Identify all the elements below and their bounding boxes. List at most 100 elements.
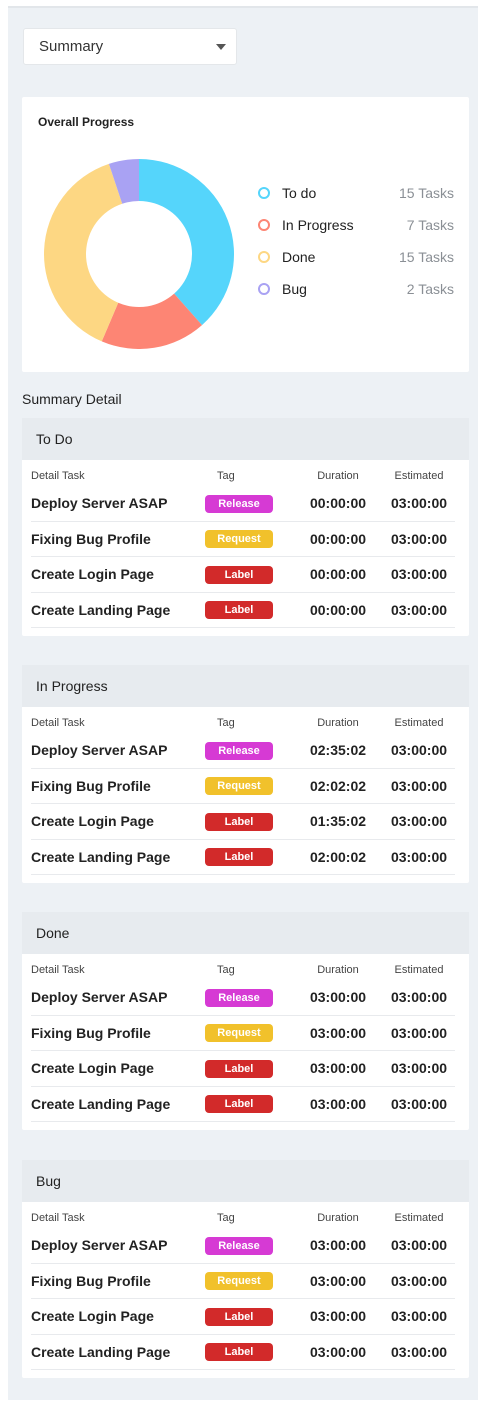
table-row[interactable]: Deploy Server ASAP Release 02:35:02 03:00:0… (31, 733, 455, 769)
estimated-value: 03:00:00 (390, 1060, 448, 1077)
table-row[interactable]: Deploy Server ASAP Release 03:00:00 03:00:0… (31, 980, 455, 1016)
duration-value: 00:00:00 (309, 601, 367, 618)
task-name: Fixing Bug Profile (31, 530, 151, 547)
tag-badge[interactable]: Label (205, 565, 273, 584)
task-name: Create Login Page (31, 1060, 154, 1077)
group-header[interactable]: To Do (22, 418, 469, 460)
task-name: Create Landing Page (31, 848, 171, 865)
tag-cell: Label (199, 847, 293, 867)
legend-count: 15 Tasks (399, 185, 454, 201)
tag-badge[interactable]: Release (205, 1236, 273, 1255)
tag-badge[interactable]: Release (205, 494, 273, 513)
tag-badge[interactable]: Release (205, 741, 273, 760)
tag-badge[interactable]: Label (205, 1343, 273, 1362)
table-row[interactable]: Fixing Bug Profile Request 03:00:00 03:00:0… (31, 1264, 455, 1299)
table-row[interactable]: Create Login Page Label 01:35:02 03:00:00 (31, 804, 455, 840)
progress-donut-chart (44, 159, 234, 349)
task-name: Create Login Page (31, 813, 154, 830)
group-title: To Do (36, 431, 73, 447)
estimated-value: 03:00:00 (390, 495, 448, 512)
tag-badge[interactable]: Label (205, 601, 273, 620)
table-row[interactable]: Deploy Server ASAP Release 03:00:00 03:00:0… (31, 1228, 455, 1264)
estimated-value: 03:00:00 (390, 1308, 448, 1325)
donut-slice-to-do[interactable] (139, 159, 234, 326)
legend-dot-icon (258, 251, 270, 263)
duration-value: 00:00:00 (309, 530, 367, 547)
legend-item-bug: Bug 2 Tasks (258, 273, 454, 305)
table-row[interactable]: Create Login Page Label 03:00:00 03:00:00 (31, 1299, 455, 1335)
estimated-value: 03:00:00 (390, 848, 448, 865)
tag-badge[interactable]: Label (205, 1095, 273, 1114)
duration-value: 03:00:00 (309, 1343, 367, 1360)
tag-cell: Label (199, 600, 293, 620)
table-row[interactable]: Create Landing Page Label 03:00:00 03:00:00 (31, 1087, 455, 1122)
task-name: Create Landing Page (31, 1343, 171, 1360)
group-body: Detail Task Tag Duration Estimated Deploy Se… (22, 707, 469, 875)
column-header-task: Detail Task (31, 470, 85, 482)
column-header-estimated: Estimated (394, 964, 444, 976)
table-row[interactable]: Fixing Bug Profile Request 03:00:00 03:00:0… (31, 1016, 455, 1051)
duration-value: 02:35:02 (309, 742, 367, 759)
legend-item-in-progress: In Progress 7 Tasks (258, 209, 454, 241)
view-select-value: Summary (39, 38, 104, 55)
tag-badge[interactable]: Request (205, 530, 273, 549)
tag-cell: Label (199, 1059, 293, 1078)
table-row[interactable]: Fixing Bug Profile Request 00:00:00 03:00:0… (31, 522, 455, 557)
legend-count: 7 Tasks (406, 217, 454, 233)
tag-cell: Request (199, 1023, 293, 1043)
tag-badge[interactable]: Label (205, 1059, 273, 1078)
tag-cell: Label (199, 1342, 293, 1362)
duration-value: 03:00:00 (309, 1060, 367, 1077)
duration-value: 03:00:00 (309, 1095, 367, 1112)
tag-badge[interactable]: Release (205, 988, 273, 1007)
donut-slice-done[interactable] (44, 163, 123, 342)
table-header-row: Detail Task Tag Duration Estimated (31, 460, 455, 486)
estimated-value: 03:00:00 (390, 1237, 448, 1254)
table-row[interactable]: Deploy Server ASAP Release 00:00:00 03:00:0… (31, 486, 455, 522)
task-name: Fixing Bug Profile (31, 1272, 151, 1289)
column-header-tag: Tag (217, 717, 235, 729)
legend-label: In Progress (282, 217, 354, 233)
tag-badge[interactable]: Label (205, 848, 273, 867)
group-header[interactable]: In Progress (22, 665, 469, 707)
view-select[interactable]: Summary (23, 28, 237, 65)
tag-badge[interactable]: Request (205, 1272, 273, 1291)
table-row[interactable]: Fixing Bug Profile Request 02:02:02 03:00:0… (31, 769, 455, 804)
group-title: Bug (36, 1173, 61, 1189)
group-header[interactable]: Done (22, 912, 469, 954)
chevron-down-icon[interactable] (216, 44, 226, 50)
group-body: Detail Task Tag Duration Estimated Deploy Se… (22, 954, 469, 1122)
duration-value: 03:00:00 (309, 1024, 367, 1041)
tag-cell: Label (199, 812, 293, 831)
table-row[interactable]: Create Landing Page Label 03:00:00 03:00:00 (31, 1335, 455, 1370)
group-body: Detail Task Tag Duration Estimated Deploy Se… (22, 1202, 469, 1370)
legend-label: Done (282, 249, 316, 265)
column-header-duration: Duration (317, 470, 359, 482)
task-name: Fixing Bug Profile (31, 777, 151, 794)
table-row[interactable]: Create Login Page Label 03:00:00 03:00:00 (31, 1051, 455, 1087)
tag-cell: Label (199, 565, 293, 584)
task-name: Deploy Server ASAP (31, 742, 168, 759)
table-row[interactable]: Create Landing Page Label 00:00:00 03:00:00 (31, 593, 455, 628)
column-header-duration: Duration (317, 964, 359, 976)
estimated-value: 03:00:00 (390, 566, 448, 583)
tag-badge[interactable]: Label (205, 812, 273, 831)
task-name: Deploy Server ASAP (31, 495, 168, 512)
group-header[interactable]: Bug (22, 1160, 469, 1202)
estimated-value: 03:00:00 (390, 742, 448, 759)
tag-badge[interactable]: Label (205, 1307, 273, 1326)
table-header-row: Detail Task Tag Duration Estimated (31, 707, 455, 733)
tag-badge[interactable]: Request (205, 1024, 273, 1043)
column-header-duration: Duration (317, 1212, 359, 1224)
group-title: In Progress (36, 678, 108, 694)
column-header-estimated: Estimated (394, 470, 444, 482)
estimated-value: 03:00:00 (390, 777, 448, 794)
tag-cell: Release (199, 988, 293, 1007)
tag-badge[interactable]: Request (205, 777, 273, 796)
task-name: Create Login Page (31, 1308, 154, 1325)
duration-value: 00:00:00 (309, 495, 367, 512)
tag-cell: Request (199, 529, 293, 549)
column-header-duration: Duration (317, 717, 359, 729)
table-row[interactable]: Create Login Page Label 00:00:00 03:00:00 (31, 557, 455, 593)
table-row[interactable]: Create Landing Page Label 02:00:02 03:00:00 (31, 840, 455, 875)
